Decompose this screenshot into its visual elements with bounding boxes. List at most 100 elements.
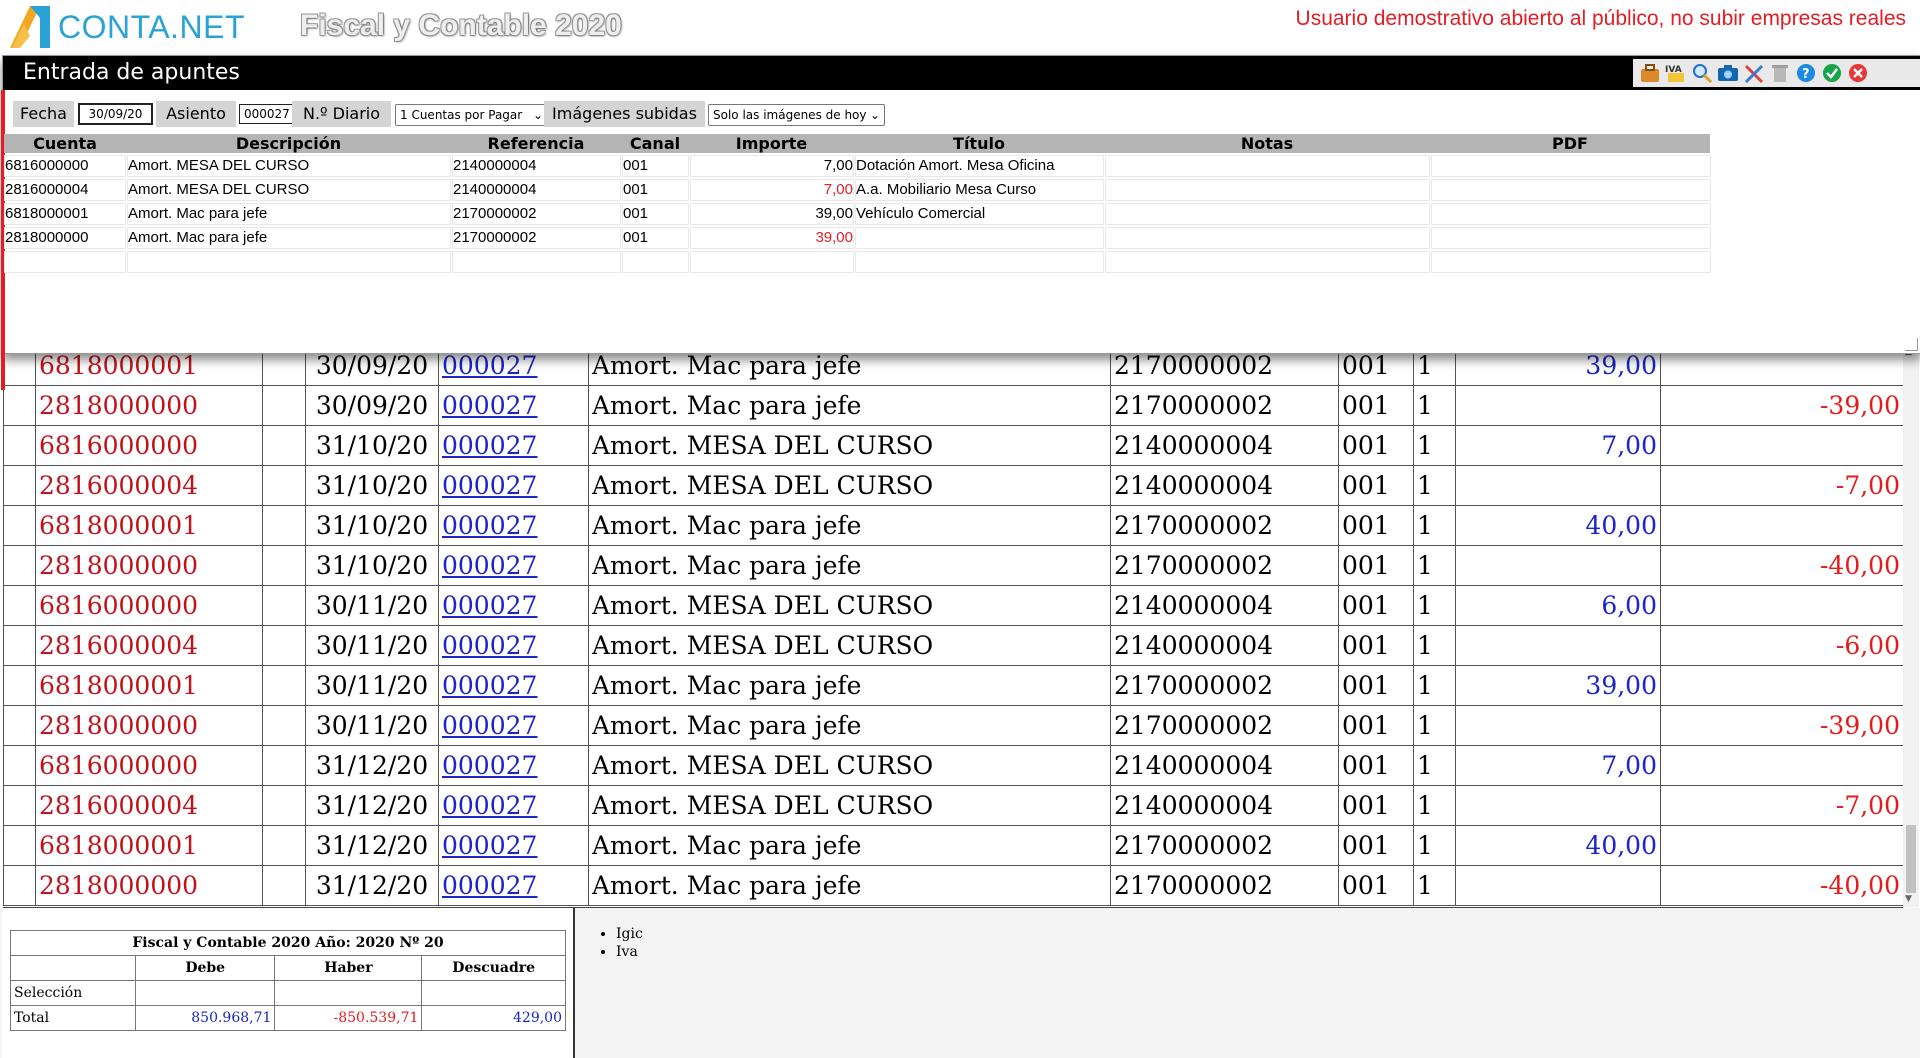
notas-cell[interactable] <box>1105 155 1430 177</box>
titulo-cell[interactable] <box>855 251 1104 273</box>
asiento-link[interactable]: 000027 <box>442 711 537 740</box>
tax-list-item-igic[interactable]: Igic <box>616 925 643 943</box>
pdf-cell[interactable] <box>1431 203 1711 225</box>
ledger-haber: -40,00 <box>1660 865 1903 906</box>
cuenta-cell[interactable]: 6816000000 <box>4 155 126 177</box>
diario-select[interactable]: 1 Cuentas por Pagar ⌄ <box>395 104 548 126</box>
asiento-link[interactable]: 000027 <box>442 351 537 380</box>
ledger-cuenta: 2818000000 <box>35 865 263 906</box>
importe-cell[interactable]: 39,00 <box>690 227 854 249</box>
asiento-link[interactable]: 000027 <box>442 471 537 500</box>
descripcion-cell[interactable]: Amort. MESA DEL CURSO <box>127 155 451 177</box>
accept-icon[interactable] <box>1820 62 1844 84</box>
pdf-cell[interactable] <box>1431 251 1711 273</box>
imagenes-select[interactable]: Solo las imágenes de hoy ⌄ <box>708 104 885 126</box>
asiento-link[interactable]: 000027 <box>442 671 537 700</box>
ledger-scrollbar[interactable] <box>1903 345 1919 907</box>
ledger-blank-cell <box>262 785 306 826</box>
search-icon[interactable] <box>1690 62 1714 84</box>
ledger-row[interactable]: 2818000000 31/12/20 000027 Amort. Mac para … <box>3 865 1903 906</box>
canal-cell[interactable]: 001 <box>622 227 689 249</box>
asiento-link[interactable]: 000027 <box>442 871 537 900</box>
referencia-cell[interactable]: 2140000004 <box>452 155 621 177</box>
total-haber: -850.539,71 <box>274 1005 423 1031</box>
ledger-row[interactable]: 2816000004 30/11/20 000027 Amort. MESA DEL … <box>3 625 1903 666</box>
asiento-link[interactable]: 000027 <box>442 551 537 580</box>
briefcase-icon[interactable] <box>1638 62 1662 84</box>
titulo-cell[interactable]: A.a. Mobiliario Mesa Curso <box>855 179 1104 201</box>
ledger-fecha: 30/11/20 <box>305 585 439 626</box>
ledger-row[interactable]: 6818000001 31/12/20 000027 Amort. Mac para … <box>3 825 1903 866</box>
pdf-cell[interactable] <box>1431 227 1711 249</box>
descripcion-cell[interactable]: Amort. MESA DEL CURSO <box>127 179 451 201</box>
cuenta-cell[interactable]: 2816000004 <box>4 179 126 201</box>
descripcion-cell[interactable] <box>127 251 451 273</box>
cuenta-cell[interactable]: 6818000001 <box>4 203 126 225</box>
modal-header[interactable]: Entrada de apuntes IVA ? <box>3 56 1920 90</box>
asiento-link[interactable]: 000027 <box>442 391 537 420</box>
referencia-cell[interactable]: 2170000002 <box>452 227 621 249</box>
ledger-row[interactable]: 2818000000 30/11/20 000027 Amort. Mac para … <box>3 705 1903 746</box>
tax-list-item-iva[interactable]: Iva <box>616 943 643 961</box>
importe-cell[interactable]: 7,00 <box>690 155 854 177</box>
asiento-link[interactable]: 000027 <box>442 631 537 660</box>
titulo-cell[interactable] <box>855 227 1104 249</box>
asiento-link[interactable]: 000027 <box>442 431 537 460</box>
ledger-fecha: 31/12/20 <box>305 785 439 826</box>
ledger-row[interactable]: 6818000001 30/11/20 000027 Amort. Mac para … <box>3 665 1903 706</box>
pdf-cell[interactable] <box>1431 179 1711 201</box>
canal-cell[interactable]: 001 <box>622 179 689 201</box>
asiento-link[interactable]: 000027 <box>442 591 537 620</box>
ledger-row[interactable]: 2818000000 30/09/20 000027 Amort. Mac para … <box>3 385 1903 426</box>
asiento-link[interactable]: 000027 <box>442 751 537 780</box>
cuenta-cell[interactable]: 2818000000 <box>4 227 126 249</box>
canal-cell[interactable] <box>622 251 689 273</box>
notas-cell[interactable] <box>1105 251 1430 273</box>
ledger-row[interactable]: 2816000004 31/12/20 000027 Amort. MESA DEL … <box>3 785 1903 826</box>
entry-table-header: Cuenta Descripción Referencia Canal Impo… <box>4 134 1710 153</box>
ledger-row[interactable]: 6816000000 30/11/20 000027 Amort. MESA DEL … <box>3 585 1903 626</box>
ledger-canal: 001 <box>1338 705 1414 746</box>
close-icon[interactable] <box>1846 62 1870 84</box>
resize-grip-icon[interactable] <box>1905 338 1918 351</box>
referencia-cell[interactable] <box>452 251 621 273</box>
ledger-debe: 40,00 <box>1455 505 1661 546</box>
asiento-link[interactable]: 000027 <box>442 791 537 820</box>
asiento-input[interactable]: 000027 <box>239 104 297 124</box>
descripcion-cell[interactable]: Amort. Mac para jefe <box>127 203 451 225</box>
tax-list-panel: Igic Iva <box>590 925 643 961</box>
ledger-row[interactable]: 2816000004 31/10/20 000027 Amort. MESA DEL … <box>3 465 1903 506</box>
ledger-cuenta: 6816000000 <box>35 585 263 626</box>
ledger-haber <box>1660 745 1903 786</box>
importe-cell[interactable]: 7,00 <box>690 179 854 201</box>
canal-cell[interactable]: 001 <box>622 155 689 177</box>
fecha-input[interactable]: 30/09/20 <box>78 103 153 125</box>
ledger-row[interactable]: 6818000001 31/10/20 000027 Amort. Mac para … <box>3 505 1903 546</box>
titulo-cell[interactable]: Dotación Amort. Mesa Oficina <box>855 155 1104 177</box>
scrollbar-thumb[interactable] <box>1906 825 1916 893</box>
ledger-row[interactable]: 6816000000 31/10/20 000027 Amort. MESA DEL … <box>3 425 1903 466</box>
ledger-row[interactable]: 6816000000 31/12/20 000027 Amort. MESA DEL … <box>3 745 1903 786</box>
notas-cell[interactable] <box>1105 203 1430 225</box>
referencia-cell[interactable]: 2170000002 <box>452 203 621 225</box>
iva-icon[interactable]: IVA <box>1664 62 1688 84</box>
titulo-cell[interactable]: Vehículo Comercial <box>855 203 1104 225</box>
tools-icon[interactable] <box>1742 62 1766 84</box>
cuenta-cell[interactable] <box>4 251 126 273</box>
help-icon[interactable]: ? <box>1794 62 1818 84</box>
camera-icon[interactable] <box>1716 62 1740 84</box>
canal-cell[interactable]: 001 <box>622 203 689 225</box>
importe-cell[interactable]: 39,00 <box>690 203 854 225</box>
referencia-cell[interactable]: 2140000004 <box>452 179 621 201</box>
ledger-asiento: 000027 <box>438 625 589 666</box>
scroll-down-arrow-icon[interactable]: ▼ <box>1905 894 1912 904</box>
trash-icon[interactable] <box>1768 62 1792 84</box>
importe-cell[interactable] <box>690 251 854 273</box>
pdf-cell[interactable] <box>1431 155 1711 177</box>
descripcion-cell[interactable]: Amort. Mac para jefe <box>127 227 451 249</box>
notas-cell[interactable] <box>1105 179 1430 201</box>
notas-cell[interactable] <box>1105 227 1430 249</box>
ledger-row[interactable]: 2818000000 31/10/20 000027 Amort. Mac para … <box>3 545 1903 586</box>
asiento-link[interactable]: 000027 <box>442 511 537 540</box>
asiento-link[interactable]: 000027 <box>442 831 537 860</box>
